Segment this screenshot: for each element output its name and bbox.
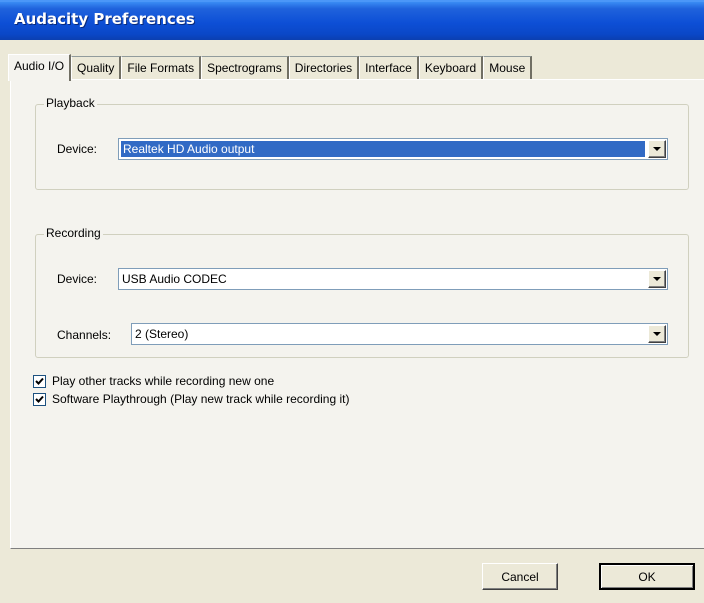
tab-interface[interactable]: Interface (359, 56, 419, 80)
checkbox-box[interactable] (33, 392, 46, 406)
recording-group-label: Recording (44, 226, 103, 240)
dialog-client-area: Audio I/O Quality File Formats Spectrogr… (0, 40, 704, 603)
tab-mouse[interactable]: Mouse (483, 56, 533, 80)
playback-device-label: Device: (57, 142, 98, 156)
checkmark-icon (35, 395, 44, 403)
ok-button[interactable]: OK (599, 563, 695, 590)
chevron-down-icon (653, 332, 661, 336)
chevron-down-icon (653, 277, 661, 281)
tab-audio-io[interactable]: Audio I/O (8, 54, 72, 81)
channels-select[interactable]: 2 (Stereo) (131, 323, 668, 345)
tab-file-formats[interactable]: File Formats (121, 56, 202, 80)
play-other-tracks-checkbox[interactable]: Play other tracks while recording new on… (33, 374, 274, 388)
playback-device-value: Realtek HD Audio output (121, 141, 645, 157)
tab-directories[interactable]: Directories (288, 56, 360, 80)
playback-group: Playback Device: Realtek HD Audio output (35, 96, 689, 190)
playback-device-select[interactable]: Realtek HD Audio output (118, 138, 668, 160)
checkmark-icon (35, 377, 44, 385)
recording-device-select[interactable]: USB Audio CODEC (118, 268, 668, 290)
checkbox-box[interactable] (33, 374, 46, 388)
software-playthrough-label: Software Playthrough (Play new track whi… (52, 392, 350, 406)
recording-device-dropdown-button[interactable] (648, 270, 666, 288)
channels-dropdown-button[interactable] (648, 325, 666, 343)
tab-keyboard[interactable]: Keyboard (418, 56, 484, 80)
tab-spectrograms[interactable]: Spectrograms (201, 56, 289, 80)
recording-group: Recording Device: USB Audio CODEC Channe… (35, 226, 689, 358)
recording-device-label: Device: (57, 272, 98, 286)
recording-device-value: USB Audio CODEC (122, 272, 227, 286)
playback-device-dropdown-button[interactable] (648, 140, 666, 158)
window-title: Audacity Preferences (14, 10, 195, 28)
tab-strip: Audio I/O Quality File Formats Spectrogr… (8, 54, 533, 81)
playback-group-label: Playback (44, 96, 97, 110)
channels-value: 2 (Stereo) (135, 327, 189, 341)
software-playthrough-checkbox[interactable]: Software Playthrough (Play new track whi… (33, 392, 349, 406)
tab-quality[interactable]: Quality (71, 56, 122, 80)
channels-label: Channels: (57, 328, 112, 342)
play-other-tracks-label: Play other tracks while recording new on… (52, 374, 275, 388)
title-bar[interactable]: Audacity Preferences (0, 0, 704, 40)
cancel-button[interactable]: Cancel (482, 563, 558, 590)
audio-io-panel: Playback Device: Realtek HD Audio output… (10, 79, 704, 549)
chevron-down-icon (653, 147, 661, 151)
